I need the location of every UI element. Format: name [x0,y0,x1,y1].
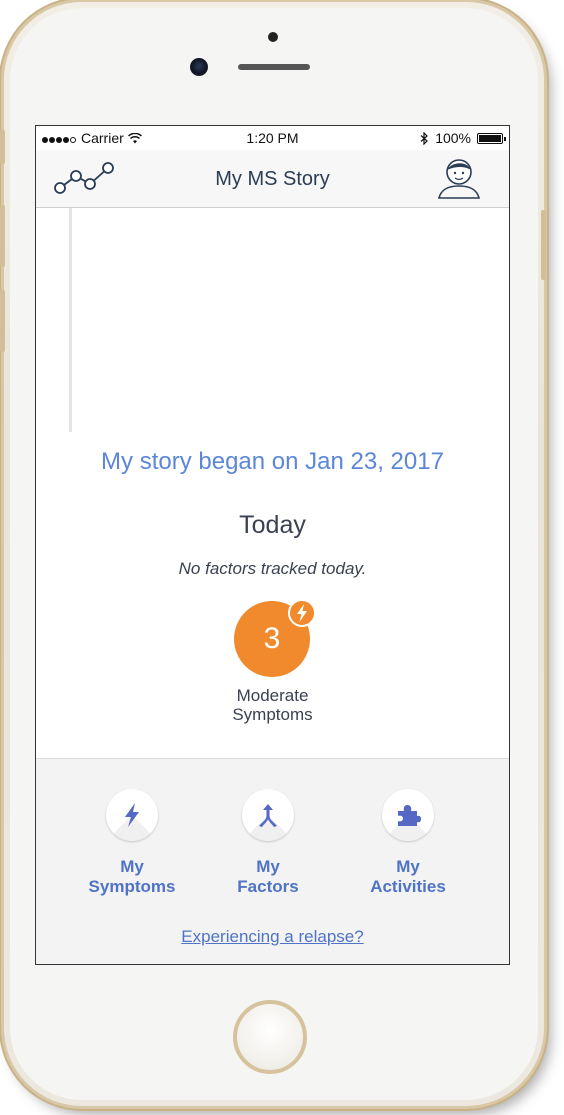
symptom-level-label: Moderate Symptoms [36,686,509,724]
my-activities-label-line1: My [396,857,420,876]
navigation-bar: My MS Story [36,150,509,208]
no-factors-message: No factors tracked today. [178,559,367,578]
bottom-panel: My Symptoms My Factors My Activities Exp… [36,758,509,964]
battery-icon [477,132,506,144]
earpiece-speaker [238,64,310,70]
front-camera [190,58,208,76]
timeline-line [69,208,72,432]
mute-switch [0,130,5,164]
lightning-badge-icon [288,599,316,627]
proximity-sensor [268,32,278,42]
home-button[interactable] [233,1000,307,1074]
bluetooth-icon [420,131,429,145]
puzzle-icon [382,789,434,841]
my-activities-button[interactable]: My Activities [343,789,473,897]
volume-up-button [0,205,5,267]
my-factors-label-line1: My [256,857,280,876]
symptom-label-line2: Symptoms [232,705,313,724]
lightning-icon [106,789,158,841]
volume-down-button [0,290,5,352]
symptom-label-line1: Moderate [236,686,309,705]
profile-avatar-icon[interactable] [437,156,481,200]
today-heading: Today [239,511,306,539]
my-activities-label-line2: Activities [370,877,446,896]
my-symptoms-button[interactable]: My Symptoms [67,789,197,897]
app-screen: Carrier 1:20 PM 100% My MS Story My stor… [35,125,510,965]
status-bar: Carrier 1:20 PM 100% [36,126,509,150]
my-factors-button[interactable]: My Factors [203,789,333,897]
power-button [541,210,546,280]
relapse-link[interactable]: Experiencing a relapse? [36,927,509,947]
my-symptoms-label-line1: My [120,857,144,876]
battery-percent: 100% [435,130,471,146]
merge-arrow-icon [242,789,294,841]
my-symptoms-label-line2: Symptoms [88,877,176,896]
my-factors-label-line2: Factors [237,877,299,896]
story-start-text: My story began on Jan 23, 2017 [101,448,444,475]
